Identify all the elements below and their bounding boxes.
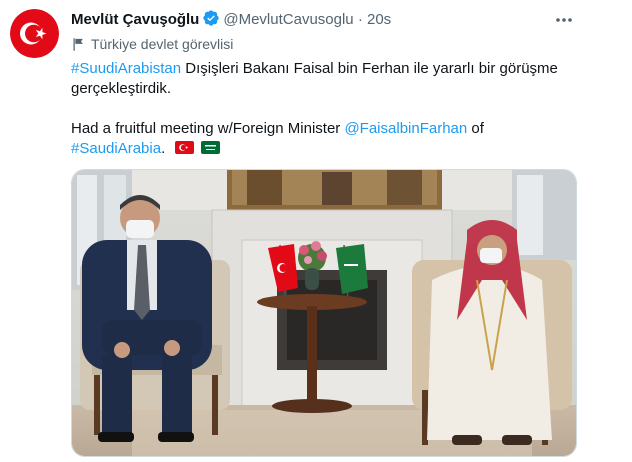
tweet-text-line-1: #SuudiArabistan Dışişleri Bakanı Faisal … [71,59,558,79]
avatar[interactable] [10,9,59,58]
tweet-text-line-2: gerçekleştirdik. [71,79,171,99]
government-label-text: Türkiye devlet görevlisi [91,36,234,52]
timestamp[interactable]: 20s [367,11,391,28]
turkey-flag-avatar-icon [10,9,59,58]
verified-badge-icon [202,9,220,34]
tweet-text-line-3: Had a fruitful meeting w/Foreign Ministe… [71,119,484,139]
tweet-photo[interactable] [71,169,577,457]
tweet-header: Mevlüt Çavuşoğlu @MevlutCavusoglu · 20s [71,9,632,31]
tweet[interactable]: Mevlüt Çavuşoğlu @MevlutCavusoglu · 20s T… [0,0,632,462]
meeting-photo-image [72,170,576,456]
hashtag-suudiarabistan[interactable]: #SuudiArabistan [71,60,181,77]
tweet-text-segment: Dışişleri Bakanı Faisal bin Ferhan ile y… [181,60,558,77]
saudi-flag-icon [200,141,220,154]
tweet-text-line-4: #SaudiArabia. [71,139,220,159]
user-handle[interactable]: @MevlutCavusoglu [223,11,353,28]
tweet-text-segment: gerçekleştirdik. [71,80,172,97]
display-name[interactable]: Mevlüt Çavuşoğlu [71,11,199,28]
tweet-text-segment: . [161,140,166,157]
turkey-flag-icon [175,141,195,154]
separator-dot: · [357,11,363,28]
hashtag-saudiarabia[interactable]: #SaudiArabia [71,140,161,157]
flag-icon [73,38,83,51]
more-horizontal-icon[interactable] [555,10,573,24]
tweet-text-segment: Had a fruitful meeting w/Foreign Ministe… [71,120,345,137]
mention-faisalbinfarhan[interactable]: @FaisalbinFarhan [344,120,467,137]
tweet-text-segment: of [467,120,484,137]
government-label[interactable]: Türkiye devlet görevlisi [71,34,233,54]
